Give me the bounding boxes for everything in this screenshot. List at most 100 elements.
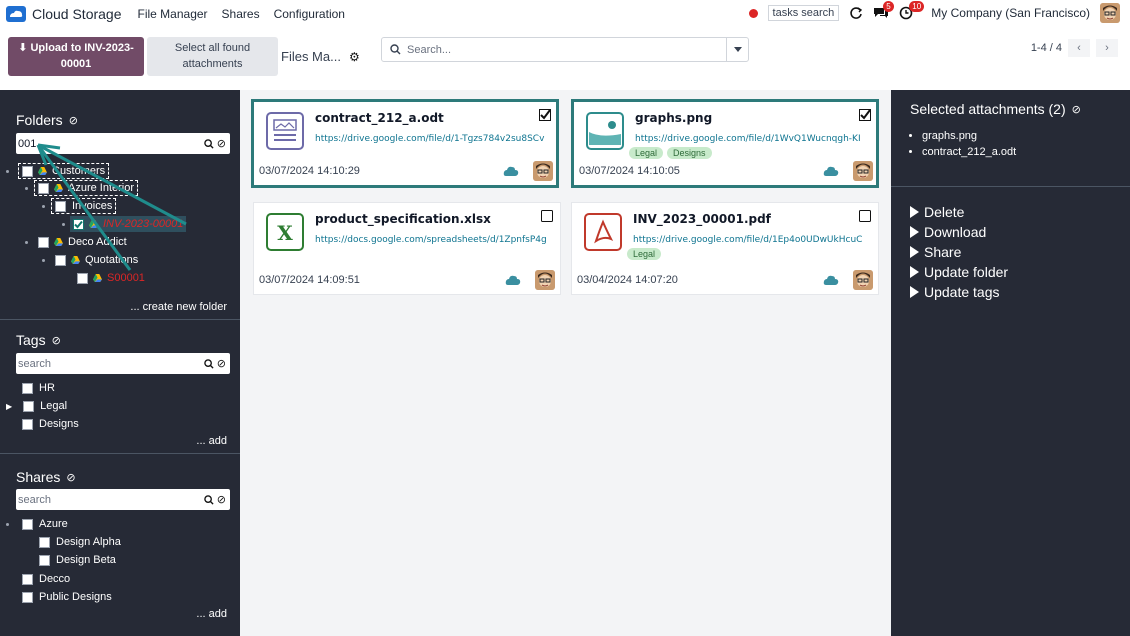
share-checkbox[interactable] <box>39 536 50 548</box>
folder-checkbox[interactable] <box>55 200 66 212</box>
tag-badge[interactable]: Legal <box>627 248 662 260</box>
share-checkbox[interactable] <box>22 573 33 585</box>
messages-button[interactable]: 5 <box>873 1 894 20</box>
folder-invoices-box[interactable]: Invoices <box>51 198 117 214</box>
file-url-link[interactable]: https://drive.google.com/file/d/1Ep4o0UD… <box>633 235 863 245</box>
folder-checkbox-checked[interactable] <box>73 218 84 230</box>
search-icon[interactable] <box>204 138 214 149</box>
file-name[interactable]: graphs.png <box>635 111 712 125</box>
owner-avatar[interactable] <box>533 161 553 181</box>
select-checkbox[interactable] <box>859 210 871 222</box>
upload-button[interactable]: ⬇ Upload to INV-2023-00001 <box>8 37 144 76</box>
company-switcher[interactable]: My Company (San Francisco) <box>931 6 1090 20</box>
file-url-link[interactable]: https://drive.google.com/file/d/1-Tgzs78… <box>315 134 545 144</box>
menu-shares[interactable]: Shares <box>222 7 260 21</box>
folder-customers-box[interactable]: Customers <box>18 163 110 179</box>
search-icon[interactable] <box>204 358 214 369</box>
action-download[interactable]: Download <box>910 222 1008 242</box>
gear-icon[interactable]: ⚙ <box>349 50 360 64</box>
tags-search-field[interactable]: search ⊘ <box>16 353 230 374</box>
pager-next-button[interactable]: › <box>1096 39 1118 57</box>
search-dropdown-toggle[interactable] <box>726 38 748 61</box>
tag-badge[interactable]: Legal <box>629 147 664 159</box>
folder-checkbox[interactable] <box>22 165 33 177</box>
clear-filter-icon[interactable]: ⊘ <box>66 471 75 484</box>
folder-item-deco-addict[interactable]: Deco Addict <box>25 236 127 248</box>
tag-checkbox[interactable] <box>23 400 35 412</box>
tags-search-input[interactable]: search <box>18 358 204 370</box>
select-checkbox[interactable] <box>541 210 553 222</box>
tag-badge[interactable]: Designs <box>667 147 712 159</box>
tag-item-legal[interactable]: ▶ Legal <box>6 400 67 412</box>
tag-item-designs[interactable]: Designs <box>22 418 79 430</box>
share-checkbox[interactable] <box>22 591 33 603</box>
select-checkbox-checked[interactable] <box>539 109 551 121</box>
clear-search-icon[interactable]: ⊘ <box>217 358 226 369</box>
attachment-card[interactable]: X product_specification.xlsx https://doc… <box>253 202 561 295</box>
tag-checkbox[interactable] <box>22 382 33 394</box>
search-input[interactable]: Search... <box>407 44 726 56</box>
folder-checkbox[interactable] <box>38 236 49 248</box>
folder-item-invoices[interactable]: Invoices <box>42 198 117 214</box>
share-item-public-designs[interactable]: Public Designs <box>22 591 112 603</box>
search-icon[interactable] <box>204 494 214 505</box>
search-bar[interactable]: Search... <box>381 37 749 62</box>
share-checkbox[interactable] <box>39 554 50 566</box>
folder-checkbox[interactable] <box>55 254 66 266</box>
file-url-link[interactable]: https://drive.google.com/file/d/1WvQ1Wuc… <box>635 134 865 144</box>
share-item-design-beta[interactable]: Design Beta <box>39 554 116 566</box>
share-checkbox[interactable] <box>22 518 33 530</box>
caret-right-icon[interactable]: ▶ <box>6 402 12 411</box>
activities-button[interactable]: 10 <box>899 1 925 20</box>
file-name[interactable]: INV_2023_00001.pdf <box>633 212 771 226</box>
brand[interactable]: Cloud Storage <box>6 5 122 22</box>
folders-search-field[interactable]: 001 ⊘ <box>16 133 230 154</box>
action-share[interactable]: Share <box>910 242 1008 262</box>
owner-avatar[interactable] <box>853 270 873 290</box>
folder-azure-box[interactable]: Azure Interior <box>34 180 139 196</box>
folder-item-quotations[interactable]: Quotations <box>42 254 138 266</box>
folder-checkbox[interactable] <box>38 182 49 194</box>
clear-filter-icon[interactable]: ⊘ <box>52 334 61 347</box>
owner-avatar[interactable] <box>853 161 873 181</box>
file-url-link[interactable]: https://docs.google.com/spreadsheets/d/1… <box>315 235 555 245</box>
share-item-decco[interactable]: Decco <box>22 573 70 585</box>
select-checkbox-checked[interactable] <box>859 109 871 121</box>
create-folder-link[interactable]: ... create new folder <box>130 301 227 313</box>
add-tag-link[interactable]: ... add <box>196 435 227 447</box>
folder-item-azure-interior[interactable]: Azure Interior <box>25 180 139 196</box>
file-name[interactable]: product_specification.xlsx <box>315 212 491 226</box>
attachment-card[interactable]: contract_212_a.odt https://drive.google.… <box>251 99 559 188</box>
folder-item-inv-2023-00001[interactable]: INV-2023-00001 <box>62 216 187 232</box>
add-share-link[interactable]: ... add <box>196 608 227 620</box>
folder-checkbox[interactable] <box>77 272 88 284</box>
action-update-folder[interactable]: Update folder <box>910 262 1008 282</box>
clear-search-icon[interactable]: ⊘ <box>217 494 226 505</box>
menu-configuration[interactable]: Configuration <box>274 7 345 21</box>
user-avatar[interactable] <box>1100 3 1120 23</box>
tag-checkbox[interactable] <box>22 418 33 430</box>
shares-search-field[interactable]: search ⊘ <box>16 489 230 510</box>
owner-avatar[interactable] <box>535 270 555 290</box>
action-update-tags[interactable]: Update tags <box>910 282 1008 302</box>
clear-search-icon[interactable]: ⊘ <box>217 138 226 149</box>
pager-value[interactable]: 1-4 / 4 <box>1031 42 1062 54</box>
attachment-card[interactable]: graphs.png https://drive.google.com/file… <box>571 99 879 188</box>
refresh-icon[interactable] <box>849 6 863 20</box>
action-delete[interactable]: Delete <box>910 202 1008 222</box>
menu-file-manager[interactable]: File Manager <box>138 7 208 21</box>
status-dot-icon[interactable] <box>748 8 758 18</box>
clear-filter-icon[interactable]: ⊘ <box>69 114 78 127</box>
folder-item-customers[interactable]: Customers <box>6 163 110 179</box>
tag-item-hr[interactable]: HR <box>22 382 55 394</box>
share-item-azure[interactable]: Azure <box>6 518 68 530</box>
tasks-search-button[interactable]: tasks search <box>767 5 840 21</box>
folder-item-s00001[interactable]: S00001 <box>77 272 145 284</box>
folders-search-input[interactable]: 001 <box>18 138 204 150</box>
select-all-button[interactable]: Select all found attachments <box>147 37 278 76</box>
share-item-design-alpha[interactable]: Design Alpha <box>39 536 121 548</box>
pager-previous-button[interactable]: ‹ <box>1068 39 1090 57</box>
shares-search-input[interactable]: search <box>18 494 204 506</box>
folder-active-box[interactable]: INV-2023-00001 <box>70 216 187 232</box>
file-name[interactable]: contract_212_a.odt <box>315 111 444 125</box>
